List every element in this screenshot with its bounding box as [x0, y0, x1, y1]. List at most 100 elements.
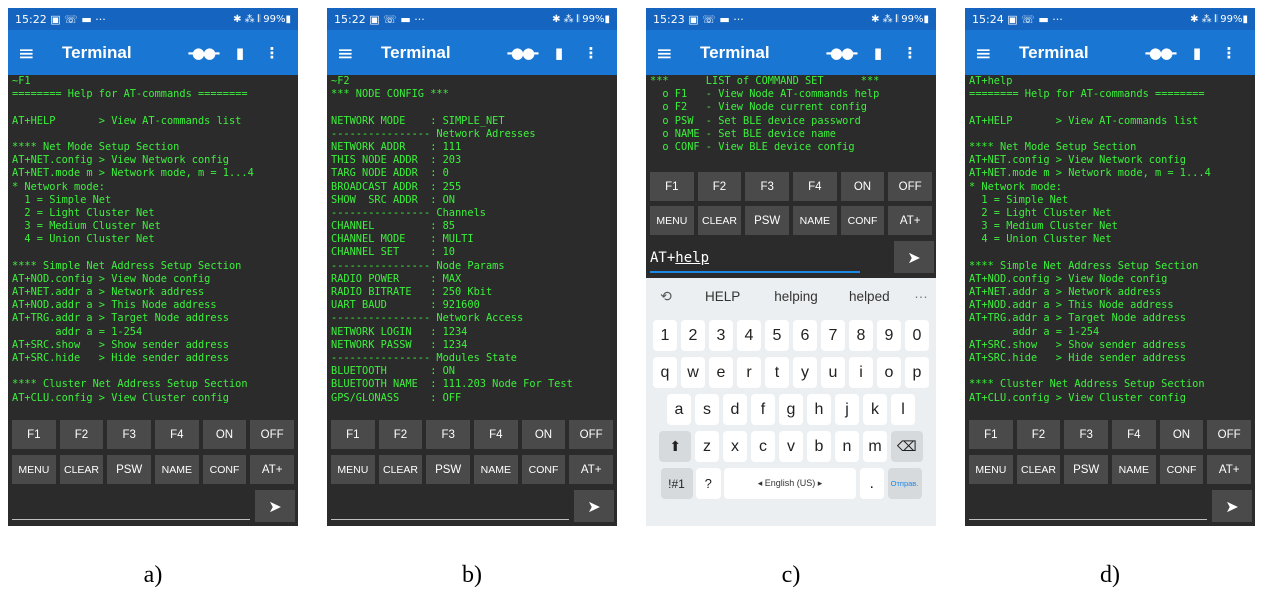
key-f1-button[interactable]: F1: [12, 420, 56, 449]
keyboard-key-2[interactable]: 2: [680, 320, 706, 351]
keyboard-key-w[interactable]: w: [680, 357, 706, 388]
key-psw-button[interactable]: PSW: [745, 206, 789, 235]
key-f3-button[interactable]: F3: [107, 420, 151, 449]
send-button[interactable]: ➤: [255, 490, 295, 522]
connect-icon[interactable]: -●●-: [501, 44, 543, 62]
keyboard-key-d[interactable]: d: [722, 394, 748, 425]
key-at-button[interactable]: AT+: [1207, 455, 1251, 484]
key-f2-button[interactable]: F2: [378, 420, 423, 449]
more-options-icon[interactable]: ⋮: [256, 44, 288, 62]
keyboard-key-p[interactable]: p: [904, 357, 930, 388]
keyboard-key-k[interactable]: k: [862, 394, 888, 425]
key-name-button[interactable]: NAME: [793, 206, 837, 235]
keyboard-key-i[interactable]: i: [848, 357, 874, 388]
keyboard-key-s[interactable]: s: [694, 394, 720, 425]
key-on-button[interactable]: ON: [1159, 420, 1204, 449]
refresh-icon[interactable]: ⟲: [646, 288, 686, 305]
command-input[interactable]: [12, 519, 250, 520]
connect-icon[interactable]: -●●-: [820, 44, 862, 62]
key-name-button[interactable]: NAME: [474, 455, 518, 484]
key-f4-button[interactable]: F4: [155, 420, 199, 449]
space-key[interactable]: ◂ English (US) ▸: [724, 468, 856, 499]
keyboard-key-n[interactable]: n: [834, 431, 860, 462]
key-menu-button[interactable]: MENU: [650, 206, 694, 235]
send-key[interactable]: Отправ.: [887, 468, 922, 499]
keyboard-key-m[interactable]: m: [862, 431, 888, 462]
keyboard-key-3[interactable]: 3: [708, 320, 734, 351]
more-suggestions-icon[interactable]: ···: [906, 289, 936, 304]
connect-icon[interactable]: -●●-: [1139, 44, 1181, 62]
keyboard-key-5[interactable]: 5: [764, 320, 790, 351]
trash-icon[interactable]: ▮: [862, 44, 894, 62]
keyboard-key-x[interactable]: x: [722, 431, 748, 462]
key-conf-button[interactable]: CONF: [521, 455, 566, 484]
keyboard-key-6[interactable]: 6: [792, 320, 818, 351]
keyboard-key-t[interactable]: t: [764, 357, 790, 388]
key-f4-button[interactable]: F4: [1112, 420, 1156, 449]
key-f3-button[interactable]: F3: [426, 420, 470, 449]
key-clear-button[interactable]: CLEAR: [1016, 455, 1061, 484]
key-name-button[interactable]: NAME: [1112, 455, 1156, 484]
key-off-button[interactable]: OFF: [888, 172, 932, 201]
key-f2-button[interactable]: F2: [697, 172, 742, 201]
backspace-key[interactable]: ⌫: [890, 431, 923, 462]
keyboard-key-9[interactable]: 9: [876, 320, 902, 351]
key-at-button[interactable]: AT+: [888, 206, 932, 235]
key-menu-button[interactable]: MENU: [331, 455, 375, 484]
more-options-icon[interactable]: ⋮: [894, 44, 926, 62]
key-on-button[interactable]: ON: [521, 420, 566, 449]
key-f1-button[interactable]: F1: [331, 420, 375, 449]
key-f4-button[interactable]: F4: [474, 420, 518, 449]
suggestion-1[interactable]: HELP: [686, 289, 759, 304]
key-name-button[interactable]: NAME: [155, 455, 199, 484]
keyboard-key-8[interactable]: 8: [848, 320, 874, 351]
command-input[interactable]: AT+help: [650, 250, 709, 266]
key-at-button[interactable]: AT+: [250, 455, 294, 484]
key-on-button[interactable]: ON: [840, 172, 885, 201]
keyboard-key-q[interactable]: q: [652, 357, 678, 388]
key-conf-button[interactable]: CONF: [1159, 455, 1204, 484]
keyboard-key-e[interactable]: e: [708, 357, 734, 388]
key-clear-button[interactable]: CLEAR: [697, 206, 742, 235]
symbols-key[interactable]: !#1: [660, 468, 693, 499]
keyboard-key-o[interactable]: o: [876, 357, 902, 388]
question-key[interactable]: ?: [696, 468, 721, 499]
key-f1-button[interactable]: F1: [650, 172, 694, 201]
command-input[interactable]: [331, 519, 569, 520]
key-clear-button[interactable]: CLEAR: [59, 455, 104, 484]
key-f2-button[interactable]: F2: [59, 420, 104, 449]
more-options-icon[interactable]: ⋮: [575, 44, 607, 62]
trash-icon[interactable]: ▮: [1181, 44, 1213, 62]
trash-icon[interactable]: ▮: [543, 44, 575, 62]
menu-icon[interactable]: ≡: [337, 41, 371, 65]
key-f4-button[interactable]: F4: [793, 172, 837, 201]
key-conf-button[interactable]: CONF: [840, 206, 885, 235]
send-button[interactable]: ➤: [1212, 490, 1252, 522]
menu-icon[interactable]: ≡: [975, 41, 1009, 65]
keyboard-key-a[interactable]: a: [666, 394, 692, 425]
key-f1-button[interactable]: F1: [969, 420, 1013, 449]
send-button[interactable]: ➤: [894, 241, 934, 273]
key-f3-button[interactable]: F3: [745, 172, 789, 201]
key-conf-button[interactable]: CONF: [202, 455, 247, 484]
key-menu-button[interactable]: MENU: [969, 455, 1013, 484]
key-off-button[interactable]: OFF: [569, 420, 613, 449]
keyboard-key-r[interactable]: r: [736, 357, 762, 388]
key-at-button[interactable]: AT+: [569, 455, 613, 484]
keyboard-key-u[interactable]: u: [820, 357, 846, 388]
menu-icon[interactable]: ≡: [18, 41, 52, 65]
keyboard-key-b[interactable]: b: [806, 431, 832, 462]
keyboard-key-7[interactable]: 7: [820, 320, 846, 351]
period-key[interactable]: .: [859, 468, 884, 499]
keyboard-key-y[interactable]: y: [792, 357, 818, 388]
keyboard-key-0[interactable]: 0: [904, 320, 930, 351]
key-off-button[interactable]: OFF: [250, 420, 294, 449]
menu-icon[interactable]: ≡: [656, 41, 690, 65]
keyboard-key-f[interactable]: f: [750, 394, 776, 425]
command-input[interactable]: [969, 519, 1207, 520]
send-button[interactable]: ➤: [574, 490, 614, 522]
shift-key[interactable]: ⬆: [659, 431, 692, 462]
suggestion-3[interactable]: helped: [833, 289, 906, 304]
keyboard-key-h[interactable]: h: [806, 394, 832, 425]
key-psw-button[interactable]: PSW: [107, 455, 151, 484]
